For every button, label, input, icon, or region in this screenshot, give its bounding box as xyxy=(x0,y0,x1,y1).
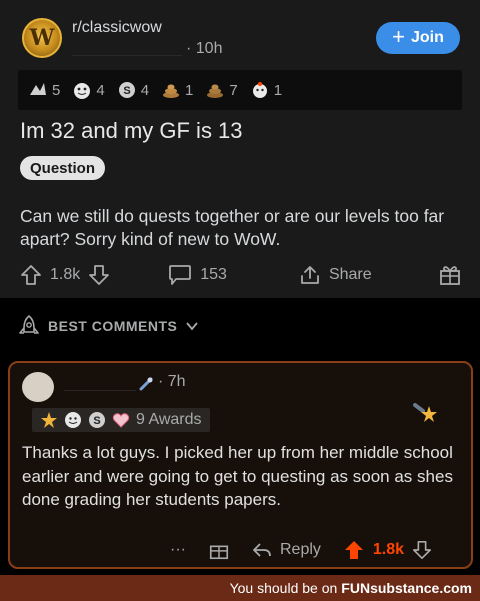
heart-award-icon xyxy=(112,413,130,428)
rocket-icon xyxy=(19,315,39,334)
vote-group: 1.8k xyxy=(20,264,110,286)
post-card: W r/classicwow · 10h + Join 5 4 S 4 1 7 xyxy=(0,0,480,298)
poop-award-icon xyxy=(207,84,224,98)
doge-award-icon xyxy=(252,82,267,98)
chevron-down-icon xyxy=(186,322,199,331)
plus-icon: + xyxy=(392,24,405,49)
comment-awards-bar[interactable]: S 9 Awards xyxy=(32,408,210,432)
sort-label: BEST COMMENTS xyxy=(48,318,178,334)
gift-award-icon xyxy=(440,266,460,285)
award-item: 4 xyxy=(72,81,105,99)
post-actions: 1.8k 153 Share xyxy=(20,258,466,292)
top-comment: · 7h S 9 Awards Thanks a lot guys. I pic… xyxy=(8,361,473,569)
author-redacted xyxy=(72,42,182,56)
wholesome-award-icon xyxy=(65,412,81,428)
award-item: 7 xyxy=(205,81,238,99)
share-label: Share xyxy=(328,266,372,283)
upvote-active-icon[interactable] xyxy=(343,539,365,561)
award-item: S 4 xyxy=(117,81,149,99)
downvote-icon[interactable] xyxy=(412,540,432,560)
comment-author-redacted xyxy=(64,377,136,391)
post-time: · 10h xyxy=(186,40,223,57)
banner-prefix: You should be on xyxy=(229,580,338,596)
post-title[interactable]: Im 32 and my GF is 13 xyxy=(20,118,243,144)
join-button[interactable]: + Join xyxy=(376,22,460,54)
post-header: W r/classicwow · 10h + Join xyxy=(18,12,466,60)
reply-arrow-icon xyxy=(253,543,271,557)
coin-award-icon: S xyxy=(118,82,135,98)
comment-count: 153 xyxy=(200,266,227,283)
avatar[interactable] xyxy=(22,372,54,402)
reply-button[interactable]: Reply xyxy=(252,541,321,559)
join-label: Join xyxy=(410,29,444,46)
user-flair-icon xyxy=(139,377,153,391)
comment-actions: ··· Reply 1.8k xyxy=(170,539,432,561)
coin-award-icon: S xyxy=(89,412,105,428)
comment-body: Thanks a lot guys. I picked her up from … xyxy=(22,443,453,509)
gift-award-icon[interactable] xyxy=(208,539,230,561)
award-item: 1 xyxy=(161,81,193,99)
comment-sort-button[interactable]: BEST COMMENTS xyxy=(18,314,199,338)
post-flair[interactable]: Question xyxy=(20,156,106,180)
svg-text:S: S xyxy=(93,415,100,427)
downvote-icon[interactable] xyxy=(88,264,110,286)
share-button[interactable]: Share xyxy=(299,264,372,286)
awards-count: 9 Awards xyxy=(136,411,202,428)
comment-time: · 7h xyxy=(158,373,186,390)
subreddit-name[interactable]: r/classicwow xyxy=(72,19,162,37)
banner-site: FUNsubstance.com xyxy=(341,580,472,596)
award-item: 5 xyxy=(28,81,60,99)
silver-award-icon xyxy=(30,83,46,95)
comment-vote-group: 1.8k xyxy=(343,539,432,561)
award-item: 1 xyxy=(250,81,282,99)
reply-label: Reply xyxy=(279,541,321,558)
svg-text:S: S xyxy=(123,85,130,97)
comment-bubble-icon xyxy=(169,265,192,285)
comment-score: 1.8k xyxy=(372,541,405,558)
upvote-icon[interactable] xyxy=(20,264,42,286)
subreddit-logo-icon[interactable]: W xyxy=(22,18,62,58)
post-body: Can we still do quests together or are o… xyxy=(20,206,445,249)
post-score: 1.8k xyxy=(50,266,81,283)
share-icon xyxy=(301,266,319,284)
comments-button[interactable]: 153 xyxy=(168,264,227,286)
more-options-button[interactable]: ··· xyxy=(170,541,186,559)
poop-award-icon xyxy=(163,84,180,98)
watermark-banner: You should be on FUNsubstance.com xyxy=(0,575,480,601)
star-award-icon[interactable] xyxy=(413,401,441,429)
award-button[interactable] xyxy=(438,263,462,287)
starstruck-award-icon xyxy=(41,412,57,428)
wholesome-award-icon xyxy=(74,83,91,99)
post-awards-bar[interactable]: 5 4 S 4 1 7 1 xyxy=(18,70,462,110)
